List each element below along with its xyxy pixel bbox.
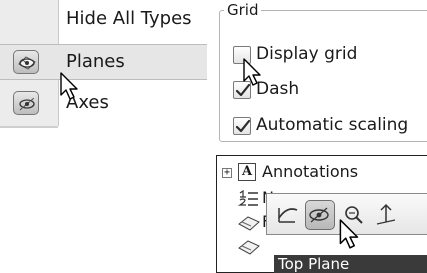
zoom-to-selection-icon[interactable]	[339, 200, 369, 230]
display-grid-checkbox[interactable]	[233, 46, 251, 64]
menu-item-label: Hide All Types	[66, 8, 192, 29]
menu-item-axes[interactable]: Axes	[0, 86, 207, 122]
menu-item-label: Planes	[66, 51, 125, 72]
display-grid-label: Display grid	[256, 44, 358, 64]
tree-item-label: Annotations	[262, 162, 359, 181]
axis-visibility-icon[interactable]	[13, 91, 39, 115]
automatic-scaling-checkbox[interactable]	[233, 117, 251, 135]
grid-options-group: Grid Display grid Dash Automatic scaling	[215, 0, 427, 148]
normal-to-icon[interactable]	[371, 200, 401, 230]
context-toolbar	[266, 193, 427, 235]
dash-checkbox[interactable]	[233, 81, 251, 99]
plane-icon	[238, 216, 260, 231]
hide-show-icon[interactable]	[305, 200, 335, 230]
feature-tree-panel: + A Annotations N F	[216, 155, 427, 273]
plane-visibility-icon[interactable]	[13, 50, 39, 74]
menu-item-hide-all-types[interactable]: Hide All Types	[0, 1, 207, 37]
visibility-menu: Hide All Types Planes Axes	[0, 0, 207, 128]
material-icon	[238, 189, 258, 206]
menu-item-planes[interactable]: Planes	[0, 44, 207, 80]
tree-item-annotations[interactable]: + A Annotations	[218, 160, 423, 186]
dash-label: Dash	[256, 79, 300, 99]
automatic-scaling-label: Automatic scaling	[256, 115, 409, 135]
menu-separator	[0, 126, 58, 128]
checkmark-icon	[235, 83, 251, 97]
grid-group-title: Grid	[224, 1, 262, 19]
annotations-icon: A	[238, 163, 256, 181]
plane-icon	[238, 240, 260, 255]
menu-item-label: Axes	[66, 92, 109, 113]
expand-toggle[interactable]: +	[222, 168, 232, 178]
tree-item-top-plane[interactable]: Top Plane	[274, 255, 427, 273]
checkmark-icon	[235, 119, 251, 133]
edit-sketch-icon[interactable]	[273, 200, 303, 230]
